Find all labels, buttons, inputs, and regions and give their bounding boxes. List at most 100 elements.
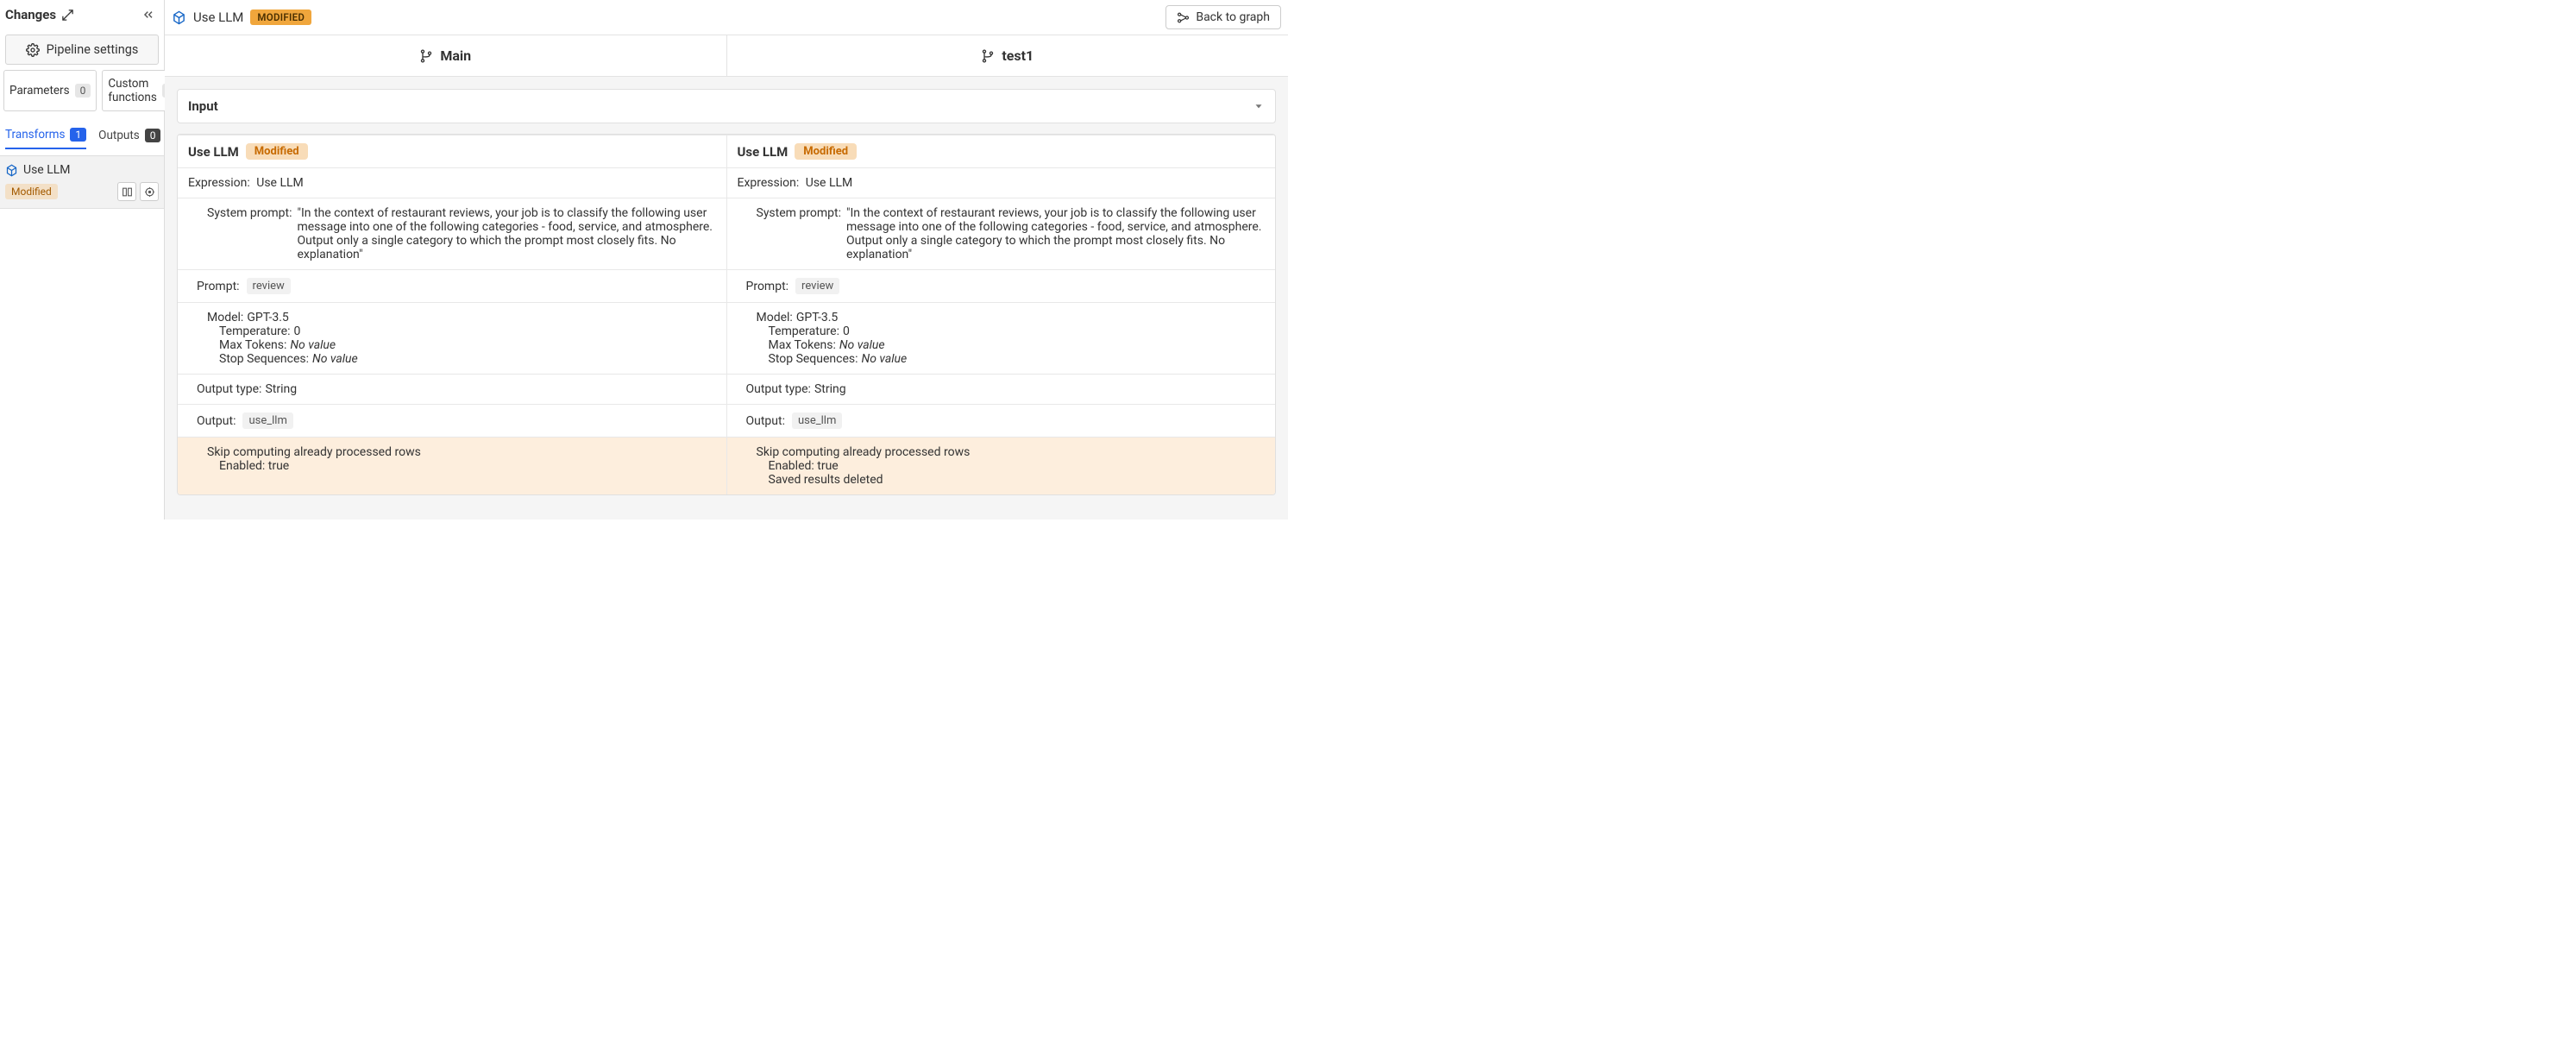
parameters-count: 0 xyxy=(75,84,91,98)
diff-left-expression: Expression: Use LLM xyxy=(178,168,726,198)
diff-left-skip-block: Skip computing already processed rows En… xyxy=(178,438,726,494)
stop-seq-label: Stop Sequences: xyxy=(219,352,309,366)
parameters-label: Parameters xyxy=(9,84,70,98)
stop-seq-label: Stop Sequences: xyxy=(769,352,858,366)
tab-transforms-label: Transforms xyxy=(5,128,65,142)
parameters-button[interactable]: Parameters 0 xyxy=(3,70,97,111)
tab-transforms[interactable]: Transforms 1 xyxy=(5,128,86,149)
output-label: Output: xyxy=(197,414,236,428)
diff-right-output: Output: use_llm xyxy=(727,405,1276,437)
max-tokens-label: Max Tokens: xyxy=(219,338,286,352)
system-prompt-value: "In the context of restaurant reviews, y… xyxy=(846,206,1265,261)
branch-icon xyxy=(419,49,433,63)
output-type-label: Output type: xyxy=(197,382,261,396)
pipeline-settings-button[interactable]: Pipeline settings xyxy=(5,35,159,65)
diff-left-title: Use LLM xyxy=(188,144,239,160)
changes-icon xyxy=(61,9,74,22)
output-type-value: String xyxy=(265,382,297,396)
transform-item-use-llm[interactable]: Use LLM Modified xyxy=(0,156,164,209)
prompt-chip: review xyxy=(795,278,839,294)
sidebar-title: Changes xyxy=(5,7,56,22)
node-title: Use LLM xyxy=(193,9,243,25)
changes-sidebar: Changes Pipeline settings Parameters 0 C… xyxy=(0,0,165,520)
branch-icon xyxy=(981,49,995,63)
skip-label: Skip computing already processed rows xyxy=(738,445,1266,459)
main-panel: Use LLM MODIFIED Back to graph Main test… xyxy=(165,0,1288,520)
column-header-main: Main xyxy=(165,35,726,76)
skip-saved-results: Saved results deleted xyxy=(738,473,1266,487)
pipeline-settings-label: Pipeline settings xyxy=(47,42,139,57)
expression-label: Expression: xyxy=(738,176,800,190)
diff-right-skip-block: Skip computing already processed rows En… xyxy=(727,438,1276,494)
graph-icon xyxy=(1177,11,1190,24)
gear-icon xyxy=(26,43,40,57)
diff-right-expression: Expression: Use LLM xyxy=(727,168,1276,198)
expression-value: Use LLM xyxy=(806,176,853,190)
diff-left-prompt: Prompt: review xyxy=(178,270,726,302)
locate-button[interactable] xyxy=(140,182,159,201)
custom-functions-label: Custom functions xyxy=(108,77,156,104)
output-label: Output: xyxy=(746,414,785,428)
tab-transforms-count: 1 xyxy=(70,128,86,142)
back-to-graph-button[interactable]: Back to graph xyxy=(1165,5,1281,29)
transform-item-name: Use LLM xyxy=(23,163,71,177)
back-to-graph-label: Back to graph xyxy=(1196,10,1270,24)
sidebar-tabs: Transforms 1 Outputs 0 Unit tests 0 xyxy=(0,116,164,156)
diff-card: Use LLM Modified Use LLM Modified Expres… xyxy=(177,134,1276,495)
chevron-down-icon xyxy=(1253,100,1265,112)
diff-right-output-type: Output type:String xyxy=(727,375,1276,404)
column-header-test1-label: test1 xyxy=(1002,47,1034,64)
diff-left-title-row: Use LLM Modified xyxy=(178,135,726,167)
diff-left-output: Output: use_llm xyxy=(178,405,726,437)
column-header-main-label: Main xyxy=(440,47,471,64)
system-prompt-label: System prompt: xyxy=(757,206,841,261)
temperature-value: 0 xyxy=(843,324,850,338)
diff-left-output-type: Output type: String xyxy=(178,375,726,404)
expression-label: Expression: xyxy=(188,176,250,190)
diff-left-model-block: Model:GPT-3.5 Temperature:0 Max Tokens:N… xyxy=(178,303,726,374)
collapse-sidebar-icon[interactable] xyxy=(141,8,155,22)
diff-column-headers: Main test1 xyxy=(165,35,1288,77)
sidebar-header: Changes xyxy=(0,0,164,31)
temperature-label: Temperature: xyxy=(769,324,839,338)
diff-left-status-badge: Modified xyxy=(246,143,308,160)
compare-button[interactable] xyxy=(117,182,136,201)
max-tokens-value: No value xyxy=(839,338,885,352)
temperature-value: 0 xyxy=(293,324,300,338)
output-chip: use_llm xyxy=(242,412,292,429)
temperature-label: Temperature: xyxy=(219,324,290,338)
max-tokens-value: No value xyxy=(290,338,336,352)
system-prompt-value: "In the context of restaurant reviews, y… xyxy=(297,206,715,261)
main-header: Use LLM MODIFIED Back to graph xyxy=(165,0,1288,35)
stop-seq-value: No value xyxy=(862,352,908,366)
input-section-header[interactable]: Input xyxy=(178,90,1275,123)
max-tokens-label: Max Tokens: xyxy=(769,338,836,352)
output-type-label: Output type: xyxy=(746,382,811,396)
model-label: Model: xyxy=(207,311,243,324)
tab-outputs[interactable]: Outputs 0 xyxy=(98,129,160,148)
prompt-label: Prompt: xyxy=(746,280,789,293)
input-section-title: Input xyxy=(188,98,218,114)
model-label: Model: xyxy=(757,311,793,324)
diff-right-system-prompt: System prompt: "In the context of restau… xyxy=(727,198,1276,269)
skip-enabled: Enabled: true xyxy=(738,459,1266,473)
system-prompt-label: System prompt: xyxy=(207,206,292,261)
tab-outputs-count: 0 xyxy=(145,129,161,142)
diff-right-prompt: Prompt: review xyxy=(727,270,1276,302)
tab-outputs-label: Outputs xyxy=(98,129,140,142)
output-chip: use_llm xyxy=(792,412,842,429)
diff-left-system-prompt: System prompt: "In the context of restau… xyxy=(178,198,726,269)
output-type-value: String xyxy=(814,382,846,396)
expression-value: Use LLM xyxy=(256,176,304,190)
skip-enabled: Enabled: true xyxy=(188,459,716,473)
input-section-card: Input xyxy=(177,89,1276,123)
prompt-label: Prompt: xyxy=(197,280,240,293)
node-icon xyxy=(172,10,186,25)
skip-label: Skip computing already processed rows xyxy=(188,445,716,459)
stop-seq-value: No value xyxy=(312,352,358,366)
model-value: GPT-3.5 xyxy=(796,311,838,324)
diff-right-title: Use LLM xyxy=(738,144,789,160)
transform-icon xyxy=(5,164,18,177)
diff-right-status-badge: Modified xyxy=(795,143,857,160)
diff-right-title-row: Use LLM Modified xyxy=(727,135,1276,167)
